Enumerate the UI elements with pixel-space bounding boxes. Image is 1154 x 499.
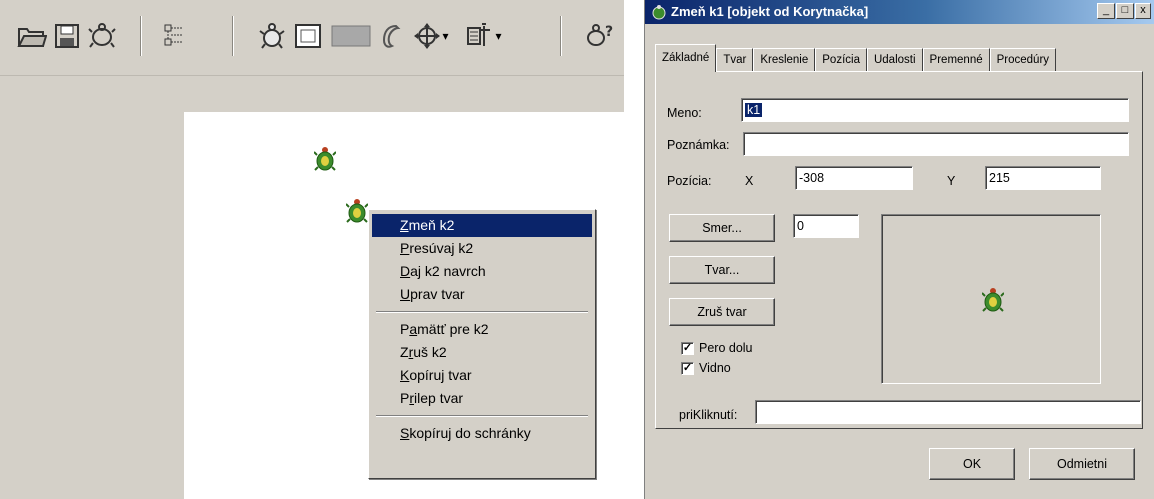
properties-icon[interactable]: ▾ [458, 20, 508, 52]
tab-shape[interactable]: Tvar [716, 48, 754, 72]
tab-drawing[interactable]: Kreslenie [753, 48, 816, 72]
note-label: Poznámka: [667, 138, 730, 152]
menu-item-copy-to-clipboard[interactable]: Skopíruj do schránky [372, 422, 592, 445]
workspace-background [12, 112, 184, 499]
menu-item-delete[interactable]: Zruš k2 [372, 341, 592, 364]
name-field-value: k1 [745, 103, 763, 117]
tree-icon[interactable] [160, 20, 188, 52]
visible-label: Vidno [699, 361, 731, 375]
panel-icon[interactable] [328, 20, 374, 52]
menu-item-change[interactable]: Zmeň k2 [372, 214, 592, 237]
direction-field[interactable]: 0 [793, 214, 859, 238]
on-click-label: priKliknutí: [679, 408, 738, 422]
direction-button[interactable]: Smer... [669, 214, 775, 242]
context-menu: Zmeň k2 Presúvaj k2 Daj k2 navrch Uprav … [368, 209, 596, 479]
toolbar-separator [140, 16, 142, 56]
name-field[interactable]: k1 [741, 98, 1129, 122]
menu-item-copy-shape[interactable]: Kopíruj tvar [372, 364, 592, 387]
chevron-down-icon[interactable]: ▾ [495, 29, 501, 43]
open-folder-icon[interactable] [16, 20, 48, 52]
turtle-k1[interactable] [313, 146, 337, 172]
shape-preview [881, 214, 1101, 384]
shape-button[interactable]: Tvar... [669, 256, 775, 284]
menu-item-edit-shape[interactable]: Uprav tvar [372, 283, 592, 306]
pen-down-checkbox[interactable]: ✓ [681, 342, 694, 355]
close-button[interactable]: x [1135, 3, 1151, 19]
toolbar: ▾ ▾ ? [0, 0, 624, 76]
dialog-title: Zmeň k1 [objekt od Korytnačka] [671, 4, 869, 19]
move-icon[interactable]: ▾ [408, 20, 454, 52]
x-field[interactable]: -308 [795, 166, 913, 190]
position-label: Pozícia: [667, 174, 712, 188]
name-label: Meno: [667, 106, 702, 120]
x-label: X [745, 174, 754, 188]
tab-variables[interactable]: Premenné [922, 48, 990, 72]
workspace-background [12, 76, 624, 112]
y-field[interactable]: 215 [985, 166, 1101, 190]
menu-item-move[interactable]: Presúvaj k2 [372, 237, 592, 260]
visible-checkbox[interactable]: ✓ [681, 362, 694, 375]
svg-text:?: ? [605, 24, 613, 40]
on-click-field[interactable] [755, 400, 1141, 424]
application-window: ▾ ▾ ? Zmeň k2 Presúvaj k2 Daj k2 navrch … [0, 0, 624, 499]
menu-separator [376, 311, 588, 313]
chevron-down-icon[interactable]: ▾ [442, 29, 448, 43]
pen-down-label: Pero dolu [699, 341, 753, 355]
note-field[interactable] [743, 132, 1129, 156]
y-label: Y [947, 174, 956, 188]
tab-strip: Základné Tvar Kreslenie Pozícia Udalosti… [655, 44, 1057, 72]
tab-position[interactable]: Pozícia [815, 48, 867, 72]
new-turtle-icon[interactable] [256, 20, 288, 52]
tab-events[interactable]: Udalosti [866, 48, 923, 72]
turtle-preview-icon [981, 287, 1005, 316]
menu-item-paste-shape[interactable]: Prilep tvar [372, 387, 592, 410]
turtle-tool-icon[interactable] [86, 20, 118, 52]
save-icon[interactable] [52, 20, 82, 52]
tab-basic[interactable]: Základné [655, 44, 717, 72]
menu-item-bring-to-front[interactable]: Daj k2 navrch [372, 260, 592, 283]
turtle-k2[interactable] [345, 198, 369, 224]
ok-button[interactable]: OK [929, 448, 1015, 480]
cancel-button[interactable]: Odmietni [1029, 448, 1135, 480]
properties-dialog: Zmeň k1 [objekt od Korytnačka] _ □ x Zák… [644, 0, 1154, 499]
menu-separator [376, 415, 588, 417]
tab-procedures[interactable]: Procedúry [989, 48, 1057, 72]
turtle-app-icon [651, 4, 667, 20]
pen-icon[interactable] [378, 20, 404, 52]
toolbar-separator [232, 16, 234, 56]
window-icon[interactable] [292, 20, 324, 52]
help-icon[interactable]: ? [582, 20, 618, 52]
window-frame [0, 76, 12, 499]
menu-item-memory[interactable]: Pamätť pre k2 [372, 318, 592, 341]
cancel-shape-button[interactable]: Zruš tvar [669, 298, 775, 326]
title-bar[interactable]: Zmeň k1 [objekt od Korytnačka] _ □ x [645, 0, 1154, 24]
minimize-button[interactable]: _ [1097, 3, 1115, 19]
toolbar-separator [560, 16, 562, 56]
maximize-button[interactable]: □ [1116, 3, 1134, 19]
